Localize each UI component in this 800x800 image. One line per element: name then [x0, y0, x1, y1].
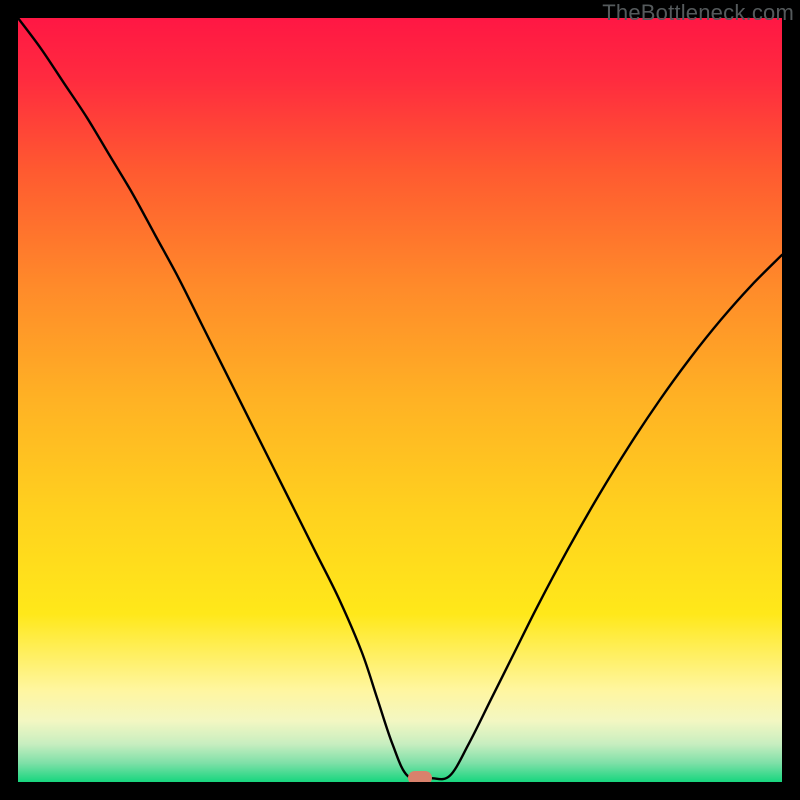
- chart-frame: TheBottleneck.com: [0, 0, 800, 800]
- plot-area: [18, 18, 782, 782]
- watermark-text: TheBottleneck.com: [602, 0, 794, 26]
- optimal-point-marker: [408, 771, 432, 782]
- bottleneck-curve: [18, 18, 782, 782]
